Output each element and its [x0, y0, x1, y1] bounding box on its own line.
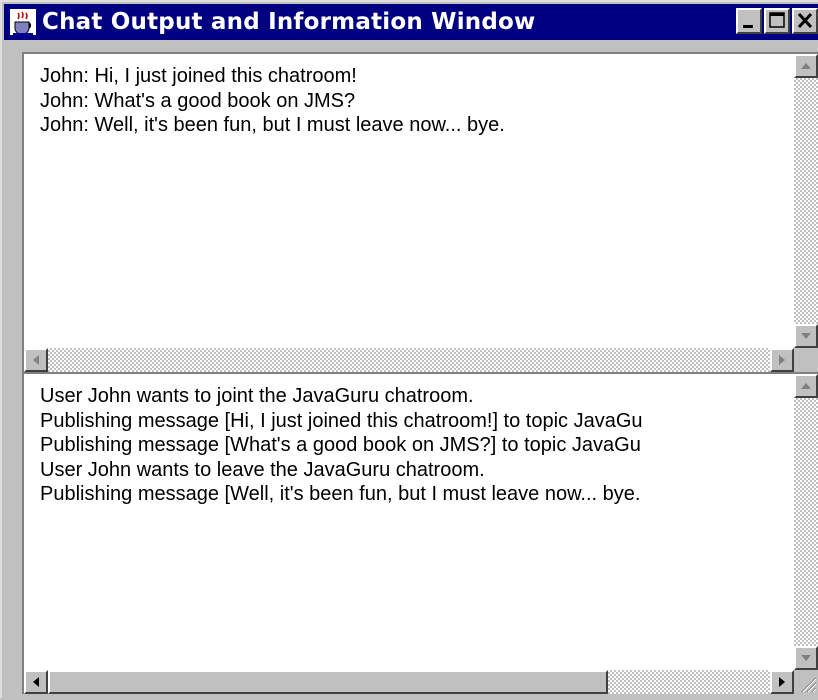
arrow-right-icon [779, 355, 785, 365]
arrow-down-icon [801, 655, 811, 661]
chat-line: John: Well, it's been fun, but I must le… [40, 114, 505, 136]
resize-grip[interactable] [794, 670, 818, 694]
chat-horizontal-scrollbar[interactable] [24, 348, 794, 372]
scroll-left-button[interactable] [24, 348, 48, 372]
horizontal-scroll-thumb[interactable] [48, 670, 608, 694]
info-output-text[interactable]: User John wants to joint the JavaGuru ch… [40, 384, 782, 507]
title-bar[interactable]: Chat Output and Information Window [4, 4, 818, 40]
info-horizontal-scrollbar[interactable] [24, 670, 794, 694]
chat-line: John: What's a good book on JMS? [40, 89, 356, 112]
close-icon [797, 12, 813, 29]
arrow-left-icon [33, 677, 39, 687]
arrow-left-icon [33, 355, 39, 365]
chat-line: John: Hi, I just joined this chatroom! [40, 65, 357, 87]
close-button[interactable] [792, 8, 818, 34]
maximize-icon [769, 12, 785, 28]
minimize-icon [743, 25, 753, 28]
arrow-right-icon [779, 677, 785, 687]
scroll-up-button[interactable] [794, 54, 818, 78]
scroll-down-button[interactable] [794, 646, 818, 670]
maximize-button[interactable] [764, 8, 790, 34]
chat-vertical-scrollbar[interactable] [794, 54, 818, 348]
info-line: User John wants to joint the JavaGuru ch… [40, 385, 474, 407]
window-left-border [2, 40, 22, 700]
arrow-up-icon [801, 383, 811, 389]
chat-output-text[interactable]: John: Hi, I just joined this chatroom! J… [40, 64, 782, 138]
info-line: User John wants to leave the JavaGuru ch… [40, 458, 485, 481]
info-line: Publishing message [Hi, I just joined th… [40, 409, 643, 432]
scrollbar-corner [794, 348, 818, 372]
window-title: Chat Output and Information Window [42, 9, 536, 35]
java-coffee-cup-icon[interactable] [8, 7, 38, 37]
window-controls [734, 8, 818, 34]
chat-output-window: Chat Output and Information Window John:… [0, 0, 818, 700]
scroll-up-button[interactable] [794, 374, 818, 398]
scroll-right-button[interactable] [770, 670, 794, 694]
info-vertical-scrollbar[interactable] [794, 374, 818, 670]
scroll-left-button[interactable] [24, 670, 48, 694]
scroll-right-button[interactable] [770, 348, 794, 372]
arrow-up-icon [801, 63, 811, 69]
scroll-down-button[interactable] [794, 324, 818, 348]
minimize-button[interactable] [736, 8, 762, 34]
info-line: Publishing message [What's a good book o… [40, 434, 641, 456]
resize-grip-icon [801, 677, 817, 693]
arrow-down-icon [801, 333, 811, 339]
info-line: Publishing message [Well, it's been fun,… [40, 483, 641, 505]
info-output-pane[interactable]: User John wants to joint the JavaGuru ch… [22, 372, 818, 694]
chat-output-pane[interactable]: John: Hi, I just joined this chatroom! J… [22, 52, 818, 372]
